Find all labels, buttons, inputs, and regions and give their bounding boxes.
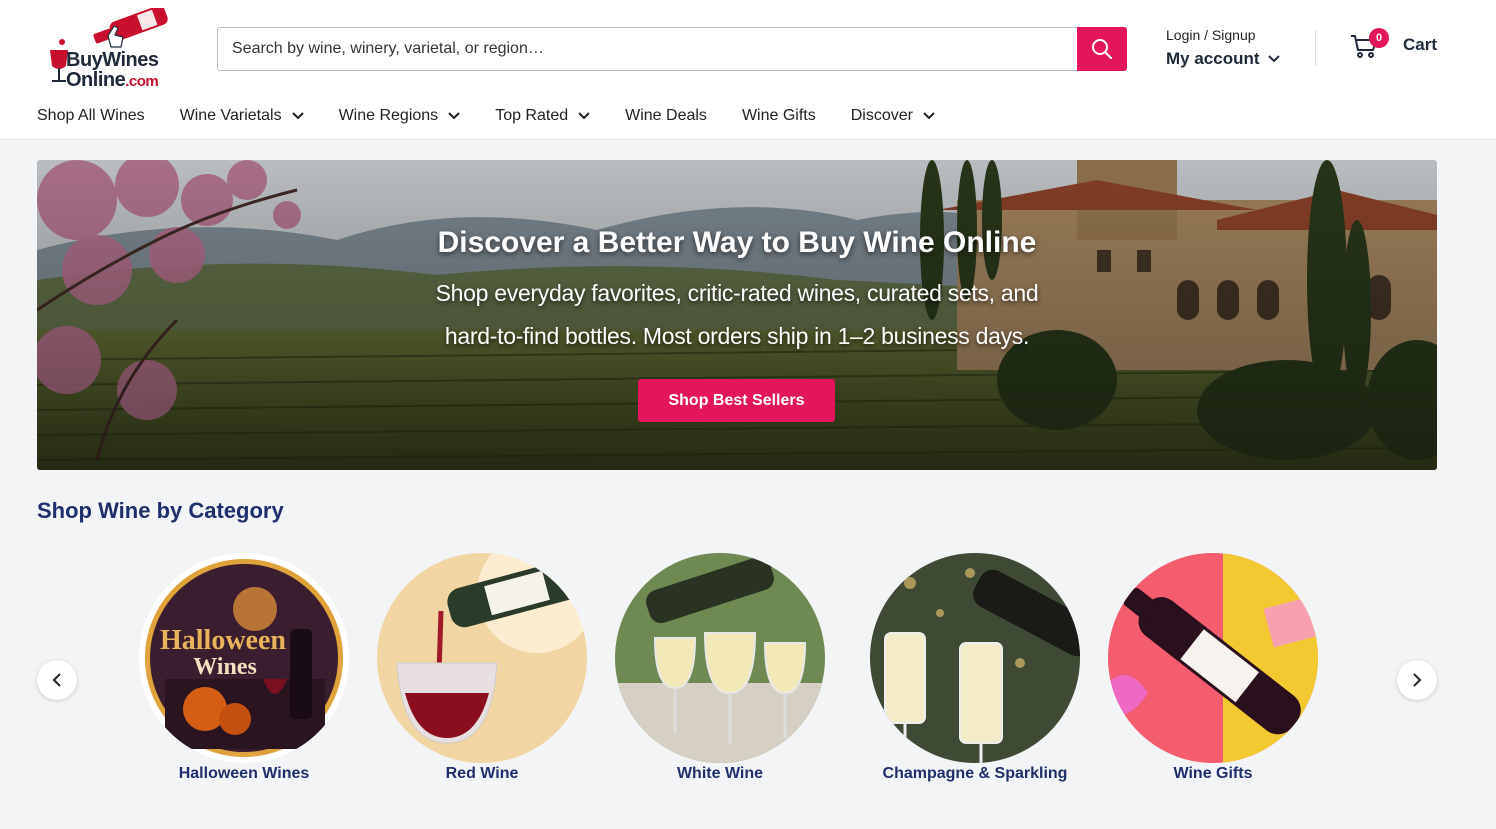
cart-label: Cart: [1403, 35, 1438, 54]
cart-icon-wrap: 0: [1349, 28, 1389, 60]
nav-label: Top Rated: [495, 107, 569, 124]
nav-wine-regions[interactable]: Wine Regions: [339, 104, 461, 128]
carousel-prev-button[interactable]: [37, 660, 77, 700]
image-text-halloween: Halloween: [160, 625, 286, 656]
site-logo[interactable]: BuyWines Online.com: [46, 5, 176, 92]
chevron-down-icon: [1267, 55, 1280, 63]
cart-count-badge: 0: [1369, 28, 1389, 48]
category-image: Halloween Wines: [139, 553, 349, 763]
login-signup-link[interactable]: Login / Signup: [1166, 27, 1280, 43]
chevron-down-icon: [578, 112, 590, 120]
nav-label: Wine Deals: [625, 107, 707, 124]
logo-line-1: BuyWines: [66, 49, 159, 71]
main-nav: Shop All Wines Wine Varietals Wine Regio…: [37, 104, 970, 128]
halloween-wines-image: Halloween Wines: [145, 559, 343, 757]
nav-wine-varietals[interactable]: Wine Varietals: [180, 104, 304, 128]
chevron-right-icon: [1413, 673, 1422, 687]
hero-title: Discover a Better Way to Buy Wine Online: [437, 226, 1037, 259]
category-image: [870, 553, 1080, 763]
chevron-down-icon: [448, 112, 460, 120]
search-bar: [217, 27, 1127, 71]
category-image: [1108, 553, 1318, 763]
category-halloween-wines[interactable]: Halloween Wines Halloween Wines: [129, 553, 359, 782]
category-label: White Wine: [676, 765, 764, 782]
image-text-wines: Wines: [193, 654, 257, 680]
nav-discover[interactable]: Discover: [851, 104, 935, 128]
carousel-next-button[interactable]: [1397, 660, 1437, 700]
category-label: Wine Gifts: [1173, 765, 1253, 782]
category-image: [615, 553, 825, 763]
logo-line-2: Online: [66, 69, 126, 91]
category-label: Halloween Wines: [178, 765, 310, 782]
category-label: Champagne & Sparkling: [882, 765, 1068, 782]
category-image: [377, 553, 587, 763]
search-button[interactable]: [1077, 27, 1127, 71]
logo-wordmark: BuyWines Online.com: [66, 50, 159, 92]
red-wine-image: [377, 553, 587, 763]
nav-label: Wine Gifts: [741, 107, 816, 124]
champagne-image: [870, 553, 1080, 763]
hero-subtitle: Shop everyday favorites, critic-rated wi…: [435, 280, 1039, 349]
search-icon: [1092, 39, 1113, 60]
category-section-title: Shop Wine by Category: [37, 498, 284, 523]
category-white-wine[interactable]: White Wine: [605, 553, 835, 782]
white-wine-image: [615, 553, 825, 763]
nav-label: Shop All Wines: [37, 107, 145, 124]
logo-suffix: .com: [125, 73, 159, 90]
shop-best-sellers-button[interactable]: Shop Best Sellers: [638, 379, 835, 422]
site-header: BuyWines Online.com Login / Signup My ac…: [0, 0, 1496, 140]
nav-label: Discover: [850, 107, 913, 124]
nav-shop-all-wines[interactable]: Shop All Wines: [37, 104, 145, 128]
nav-label: Wine Varietals: [179, 107, 282, 124]
my-account-dropdown[interactable]: My account: [1166, 49, 1280, 69]
chevron-down-icon: [923, 112, 935, 120]
nav-top-rated[interactable]: Top Rated: [495, 104, 590, 128]
nav-wine-deals[interactable]: Wine Deals: [625, 104, 707, 128]
wine-gifts-image: [1108, 553, 1318, 763]
category-label: Red Wine: [445, 765, 519, 782]
account-menu: Login / Signup My account: [1166, 27, 1280, 69]
my-account-label: My account: [1166, 49, 1260, 68]
nav-wine-gifts[interactable]: Wine Gifts: [742, 104, 816, 128]
chevron-left-icon: [52, 673, 61, 687]
header-divider: [1315, 30, 1316, 66]
hero-banner: Discover a Better Way to Buy Wine Online…: [37, 160, 1437, 470]
category-champagne-sparkling[interactable]: Champagne & Sparkling: [860, 553, 1090, 782]
category-wine-gifts[interactable]: Wine Gifts: [1098, 553, 1328, 782]
category-red-wine[interactable]: Red Wine: [367, 553, 597, 782]
search-input[interactable]: [218, 28, 1077, 70]
cart-button[interactable]: 0 Cart: [1349, 28, 1438, 60]
nav-label: Wine Regions: [338, 107, 439, 124]
chevron-down-icon: [291, 112, 304, 120]
